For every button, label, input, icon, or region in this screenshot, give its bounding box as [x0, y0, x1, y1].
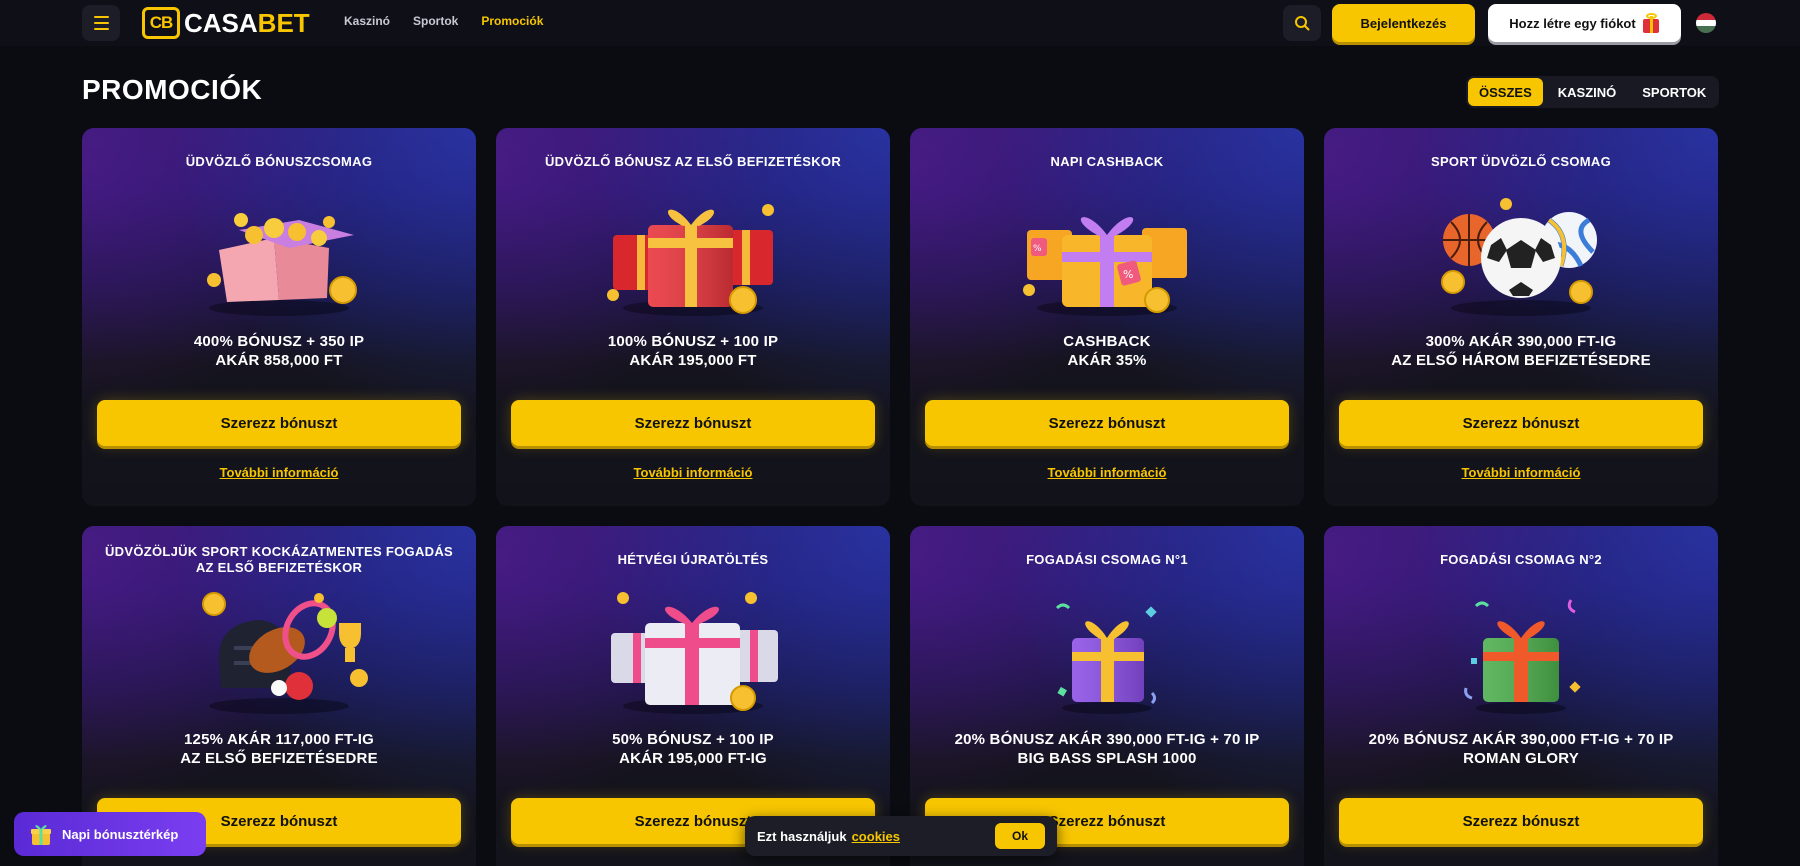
logo-text-bet: BET	[257, 7, 310, 38]
cookies-link[interactable]: cookies	[852, 829, 900, 844]
promo-card: SPORT ÜDVÖZLŐ CSOMAG 300% AKÁR 390,000 F…	[1324, 128, 1718, 506]
card-title: ÜDVÖZLŐ BÓNUSZCSOMAG	[185, 154, 373, 169]
card-description: 125% AKÁR 117,000 FT-IG AZ ELSŐ BEFIZETÉ…	[180, 731, 378, 767]
get-bonus-button[interactable]: Szerezz bónuszt	[1339, 400, 1703, 446]
more-info-link[interactable]: További információ	[82, 465, 476, 480]
svg-text:%: %	[1123, 268, 1133, 281]
card-description: 300% AKÁR 390,000 FT-IG AZ ELSŐ HÁROM BE…	[1391, 333, 1651, 369]
card-description: 20% BÓNUSZ AKÁR 390,000 FT-IG + 70 IP RO…	[1368, 731, 1674, 767]
treasure-chests-icon	[207, 213, 357, 316]
gift-icon	[1642, 13, 1660, 33]
hungary-flag-icon[interactable]	[1696, 13, 1716, 33]
more-info-link[interactable]: További információ	[496, 465, 890, 480]
card-title: ÜDVÖZÖLJÜK SPORT KOCKÁZATMENTES FOGADÁS …	[104, 544, 454, 575]
get-bonus-button[interactable]: Szerezz bónuszt	[1339, 798, 1703, 844]
category-filter: ÖSSZES KASZINÓ SPORTOK	[1466, 76, 1720, 108]
promo-card: ÜDVÖZLŐ BÓNUSZ AZ ELSŐ BEFIZETÉSKOR 100%…	[496, 128, 890, 506]
menu-line	[93, 16, 109, 18]
promo-card: FOGADÁSI CSOMAG N°1 20% BÓNUSZ AKÁR 390,…	[910, 526, 1304, 866]
card-description: 50% BÓNUSZ + 100 IP AKÁR 195,000 FT-IG	[612, 731, 774, 767]
nav-promotions[interactable]: Promociók	[481, 14, 543, 28]
cashback-gifts-icon: % %	[1023, 217, 1187, 316]
menu-line	[93, 28, 109, 30]
more-info-link[interactable]: További információ	[910, 465, 1304, 480]
filter-all[interactable]: ÖSSZES	[1468, 78, 1543, 106]
gift-icon	[31, 825, 51, 845]
logo-mark: CB	[142, 7, 180, 39]
card-title: HÉTVÉGI ÚJRATÖLTÉS	[617, 552, 769, 567]
daily-bonus-map-label: Napi bónusztérkép	[62, 826, 179, 842]
cookie-text: Ezt használjuk	[757, 828, 847, 844]
card-title: NAPI CASHBACK	[1050, 154, 1164, 169]
cookie-ok-button[interactable]: Ok	[995, 823, 1045, 849]
login-button[interactable]: Bejelentkezés	[1332, 4, 1475, 42]
card-title: FOGADÁSI CSOMAG N°1	[1026, 552, 1188, 567]
menu-line	[93, 22, 109, 24]
get-bonus-button[interactable]: Szerezz bónuszt	[925, 400, 1289, 446]
nav-sports[interactable]: Sportok	[413, 14, 458, 28]
red-gift-boxes-icon	[607, 204, 774, 316]
card-description: 100% BÓNUSZ + 100 IP AKÁR 195,000 FT	[607, 333, 779, 369]
promo-card: NAPI CASHBACK % % CASHBACK AKÁR 35% Szer…	[910, 128, 1304, 506]
card-title: ÜDVÖZLŐ BÓNUSZ AZ ELSŐ BEFIZETÉSKOR	[544, 154, 842, 169]
search-icon	[1295, 16, 1310, 31]
daily-bonus-map-button[interactable]: Napi bónusztérkép	[14, 812, 206, 856]
more-info-link[interactable]: További információ	[1324, 465, 1718, 480]
sports-balls-icon	[1441, 198, 1597, 316]
card-title: SPORT ÜDVÖZLŐ CSOMAG	[1430, 154, 1612, 169]
nav-casino[interactable]: Kaszinó	[344, 14, 390, 28]
register-button[interactable]: Hozz létre egy fiókot	[1488, 4, 1681, 42]
card-title: FOGADÁSI CSOMAG N°2	[1440, 552, 1602, 567]
filter-casino[interactable]: KASZINÓ	[1547, 78, 1628, 106]
casabet-logo[interactable]: CB CASABET	[142, 6, 310, 40]
svg-text:%: %	[1033, 244, 1042, 254]
get-bonus-button[interactable]: Szerezz bónuszt	[511, 400, 875, 446]
card-description: CASHBACK AKÁR 35%	[1063, 333, 1151, 369]
sports-gear-icon	[202, 592, 368, 714]
filter-sports[interactable]: SPORTOK	[1631, 78, 1717, 106]
register-label: Hozz létre egy fiókot	[1509, 15, 1636, 31]
promo-card: ÜDVÖZLŐ BÓNUSZCSOMAG 400% BÓNUSZ + 350 I…	[82, 128, 476, 506]
cookie-banner: Ezt használjuk cookies Ok	[745, 816, 1057, 856]
page-title: PROMOCIÓK	[82, 74, 263, 105]
get-bonus-button[interactable]: Szerezz bónuszt	[97, 400, 461, 446]
top-header: CB CASABET Kaszinó Sportok Promociók Bej…	[0, 0, 1800, 46]
main-nav: Kaszinó Sportok Promociók	[344, 14, 543, 28]
logo-text-casa: CASA	[184, 7, 258, 38]
white-gift-boxes-icon	[611, 592, 778, 714]
search-button[interactable]	[1283, 5, 1321, 41]
green-gift-icon	[1464, 599, 1581, 714]
promo-card: FOGADÁSI CSOMAG N°2 20% BÓNUSZ AKÁR 390,…	[1324, 526, 1718, 866]
hamburger-menu-button[interactable]	[82, 5, 120, 41]
card-description: 20% BÓNUSZ AKÁR 390,000 FT-IG + 70 IP BI…	[954, 731, 1260, 767]
promo-card: HÉTVÉGI ÚJRATÖLTÉS 50% BÓNUSZ + 100 IP A…	[496, 526, 890, 866]
purple-gift-icon	[1055, 603, 1157, 714]
card-description: 400% BÓNUSZ + 350 IP AKÁR 858,000 FT	[193, 333, 365, 369]
logo-text: CASABET	[184, 8, 310, 39]
